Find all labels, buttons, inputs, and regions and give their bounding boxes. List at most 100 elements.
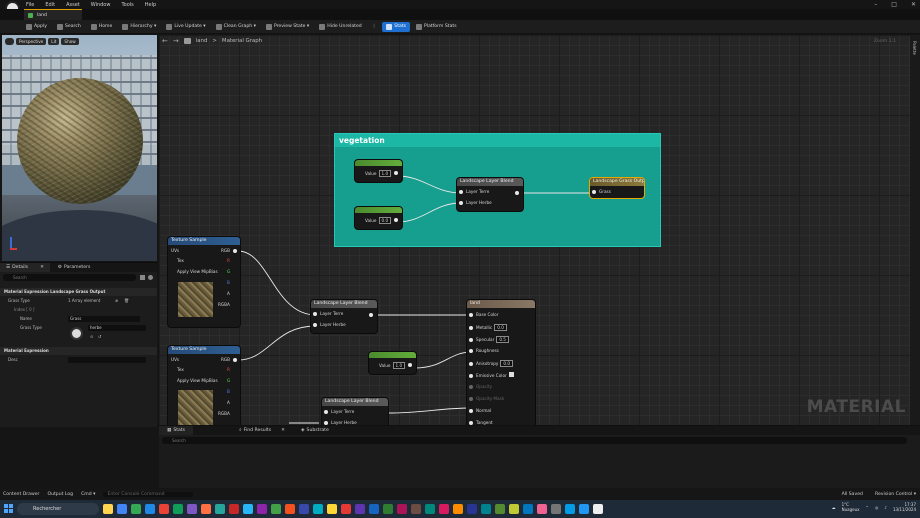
input-pin[interactable] bbox=[324, 410, 328, 414]
input-pin[interactable] bbox=[469, 362, 473, 366]
app-icon[interactable] bbox=[341, 504, 351, 514]
output-pin[interactable] bbox=[515, 191, 519, 195]
bottom-search-input[interactable]: Search bbox=[162, 437, 907, 444]
show-button[interactable]: Show bbox=[61, 38, 79, 45]
app-icon[interactable] bbox=[229, 504, 239, 514]
close-icon[interactable]: ✕ bbox=[40, 265, 44, 270]
input-pin[interactable] bbox=[313, 323, 317, 327]
output-pin[interactable] bbox=[233, 249, 237, 253]
app-icon[interactable] bbox=[285, 504, 295, 514]
app-icon[interactable] bbox=[453, 504, 463, 514]
minimize-icon[interactable]: – bbox=[874, 1, 877, 8]
input-pin[interactable] bbox=[469, 338, 473, 342]
app-icon[interactable] bbox=[523, 504, 533, 514]
app-icon[interactable] bbox=[355, 504, 365, 514]
name-field[interactable]: Grass bbox=[68, 316, 140, 322]
input-pin[interactable] bbox=[592, 190, 596, 194]
app-icon[interactable] bbox=[481, 504, 491, 514]
app-icon[interactable] bbox=[551, 504, 561, 514]
app-icon[interactable] bbox=[173, 504, 183, 514]
app-icon[interactable] bbox=[313, 504, 323, 514]
lit-button[interactable]: Lit bbox=[48, 38, 60, 45]
perspective-button[interactable]: Perspective bbox=[16, 38, 47, 45]
hide-unrelated-button[interactable]: Hide Unrelated bbox=[315, 22, 365, 32]
desc-field[interactable] bbox=[68, 357, 146, 363]
menu-asset[interactable]: Asset bbox=[66, 2, 80, 8]
app-icon[interactable] bbox=[565, 504, 575, 514]
app-icon[interactable] bbox=[439, 504, 449, 514]
preview-viewport[interactable]: Perspective Lit Show bbox=[2, 35, 157, 261]
preview-state-button[interactable]: Preview State ▾ bbox=[262, 22, 313, 32]
landscape-grass-output-node[interactable]: Landscape Grass Output Grass bbox=[590, 178, 644, 198]
input-pin[interactable] bbox=[459, 201, 463, 205]
app-icon[interactable] bbox=[257, 504, 267, 514]
section-header[interactable]: Material Expression Landscape Grass Outp… bbox=[0, 288, 157, 296]
value-field[interactable]: 0.0 bbox=[378, 217, 392, 224]
input-pin[interactable] bbox=[469, 326, 473, 330]
app-icon[interactable] bbox=[159, 504, 169, 514]
app-icon[interactable] bbox=[467, 504, 477, 514]
scalar-param-node[interactable]: Value 0.0 bbox=[355, 207, 402, 229]
texture-sample-node[interactable]: Texture Sample UVs Tex Apply View MipBia… bbox=[168, 346, 240, 425]
maximize-icon[interactable]: □ bbox=[891, 1, 897, 8]
more-options-icon[interactable]: ⋮ bbox=[368, 22, 381, 32]
tab-land[interactable]: land bbox=[24, 9, 82, 20]
app-icon[interactable] bbox=[243, 504, 253, 514]
scalar-param-node[interactable]: Value 1.0 bbox=[355, 160, 402, 182]
landscape-layer-blend-node[interactable]: Landscape Layer Blend Layer Terre Layer … bbox=[457, 178, 523, 211]
app-icon[interactable] bbox=[383, 504, 393, 514]
output-pin[interactable] bbox=[394, 218, 398, 222]
input-pin[interactable] bbox=[469, 313, 473, 317]
clean-graph-button[interactable]: Clean Graph ▾ bbox=[212, 22, 260, 32]
details-search-input[interactable]: Search bbox=[3, 274, 136, 281]
section2-header[interactable]: Material Expression bbox=[0, 347, 157, 355]
tab-stats[interactable]: ▦ Stats bbox=[159, 426, 194, 435]
index-row[interactable]: Index [ 0 ] bbox=[0, 306, 157, 314]
output-pin[interactable] bbox=[408, 363, 412, 367]
app-icon[interactable] bbox=[537, 504, 547, 514]
content-drawer-button[interactable]: Content Drawer bbox=[3, 492, 39, 497]
app-icon[interactable] bbox=[509, 504, 519, 514]
volume-icon[interactable]: ♪ bbox=[884, 505, 887, 510]
settings-icon[interactable] bbox=[148, 275, 153, 280]
app-icon[interactable] bbox=[411, 504, 421, 514]
app-icon[interactable] bbox=[131, 504, 141, 514]
input-pin[interactable] bbox=[469, 349, 473, 353]
tray-chevron-icon[interactable]: ⌃ bbox=[866, 505, 869, 510]
close-icon[interactable]: ✕ bbox=[281, 426, 285, 435]
color-swatch[interactable] bbox=[508, 372, 514, 377]
anisotropy-field[interactable]: 0.0 bbox=[500, 360, 514, 367]
revision-control-button[interactable]: Revision Control ▾ bbox=[875, 492, 916, 497]
viewport-menu-button[interactable] bbox=[5, 38, 14, 45]
metallic-field[interactable]: 0.0 bbox=[494, 324, 507, 331]
input-pin[interactable] bbox=[459, 190, 463, 194]
app-icon[interactable] bbox=[579, 504, 589, 514]
output-pin[interactable] bbox=[233, 358, 237, 362]
reset-icon[interactable]: ↺ bbox=[98, 333, 101, 341]
console-input[interactable]: Enter Console Command bbox=[103, 492, 194, 497]
live-update-button[interactable]: Live Update ▾ bbox=[162, 22, 209, 32]
platform-stats-button[interactable]: Platform Stats bbox=[412, 22, 461, 32]
app-icon[interactable] bbox=[369, 504, 379, 514]
value-field[interactable]: 1.0 bbox=[378, 170, 392, 177]
app-icon[interactable] bbox=[593, 504, 603, 514]
grass-type-picker[interactable]: herbe bbox=[88, 325, 146, 331]
add-element-icon[interactable]: ⊕ bbox=[115, 297, 118, 305]
weather[interactable]: 1°C Nuageux bbox=[842, 502, 860, 512]
menu-help[interactable]: Help bbox=[145, 2, 156, 8]
grid-view-icon[interactable] bbox=[140, 275, 145, 280]
menu-tools[interactable]: Tools bbox=[121, 2, 133, 8]
hierarchy-button[interactable]: Hierarchy ▾ bbox=[118, 22, 160, 32]
app-icon[interactable] bbox=[425, 504, 435, 514]
app-icon[interactable] bbox=[145, 504, 155, 514]
output-pin[interactable] bbox=[369, 313, 373, 317]
input-pin[interactable] bbox=[469, 374, 473, 378]
input-pin[interactable] bbox=[469, 409, 473, 413]
app-icon[interactable] bbox=[495, 504, 505, 514]
home-button[interactable]: Home bbox=[87, 22, 117, 32]
delete-icon[interactable]: 🗑 bbox=[124, 297, 129, 305]
taskbar-search-input[interactable]: Rechercher bbox=[17, 503, 99, 515]
network-icon[interactable]: ◎ bbox=[875, 505, 879, 510]
app-icon[interactable] bbox=[103, 504, 113, 514]
close-icon[interactable]: ✕ bbox=[911, 1, 916, 8]
